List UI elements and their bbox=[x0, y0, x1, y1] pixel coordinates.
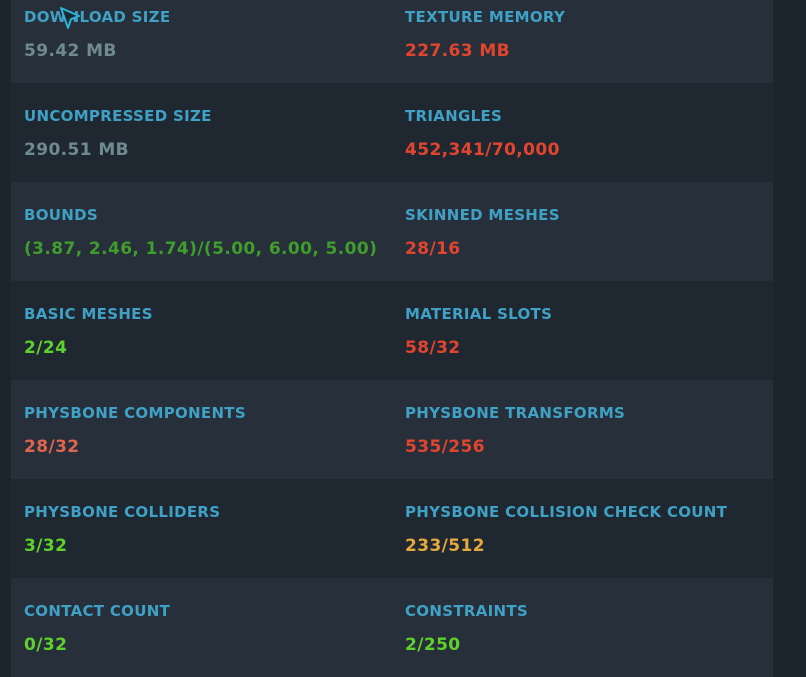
stat-value: 2/250 bbox=[405, 635, 461, 655]
stat-value: 290.51 MB bbox=[24, 140, 129, 160]
stat-label: CONSTRAINTS bbox=[405, 602, 528, 620]
stat-constraints: CONSTRAINTS 2/250 bbox=[392, 578, 773, 677]
stat-label: PHYSBONE COLLISION CHECK COUNT bbox=[405, 503, 728, 521]
stat-skinned-meshes: SKINNED MESHES 28/16 bbox=[392, 182, 773, 281]
stat-row-physbone-components-transforms: PHYSBONE COMPONENTS 28/32 PHYSBONE TRANS… bbox=[11, 380, 773, 479]
performance-stats-panel: DOWNLOAD SIZE 59.42 MB TEXTURE MEMORY 22… bbox=[11, 0, 773, 677]
stat-value: 3/32 bbox=[24, 536, 68, 556]
stat-physbone-transforms: PHYSBONE TRANSFORMS 535/256 bbox=[392, 380, 773, 479]
stat-label: PHYSBONE COMPONENTS bbox=[24, 404, 246, 422]
stat-row-contacts-constraints: CONTACT COUNT 0/32 CONSTRAINTS 2/250 bbox=[11, 578, 773, 677]
stat-label: TEXTURE MEMORY bbox=[405, 8, 566, 26]
stat-value: 452,341/70,000 bbox=[405, 140, 560, 160]
pointer-cursor-icon bbox=[60, 7, 80, 29]
stat-row-bounds-skinned: BOUNDS (3.87, 2.46, 1.74)/(5.00, 6.00, 5… bbox=[11, 182, 773, 281]
stat-basic-meshes: BASIC MESHES 2/24 bbox=[11, 281, 392, 380]
stat-value: 28/32 bbox=[24, 437, 80, 457]
stat-label: CONTACT COUNT bbox=[24, 602, 171, 620]
stat-triangles: TRIANGLES 452,341/70,000 bbox=[392, 83, 773, 182]
stat-value: 0/32 bbox=[24, 635, 68, 655]
stat-label: BOUNDS bbox=[24, 206, 98, 224]
stat-label: UNCOMPRESSED SIZE bbox=[24, 107, 212, 125]
stat-value: 28/16 bbox=[405, 239, 461, 259]
stat-row-uncompressed-triangles: UNCOMPRESSED SIZE 290.51 MB TRIANGLES 45… bbox=[11, 83, 773, 182]
stat-row-download-texture: DOWNLOAD SIZE 59.42 MB TEXTURE MEMORY 22… bbox=[11, 0, 773, 83]
stat-value: 59.42 MB bbox=[24, 41, 117, 61]
stat-label: BASIC MESHES bbox=[24, 305, 153, 323]
stat-material-slots: MATERIAL SLOTS 58/32 bbox=[392, 281, 773, 380]
stat-label: PHYSBONE COLLIDERS bbox=[24, 503, 221, 521]
stat-bounds: BOUNDS (3.87, 2.46, 1.74)/(5.00, 6.00, 5… bbox=[11, 182, 392, 281]
stat-value: 2/24 bbox=[24, 338, 68, 358]
stat-contact-count: CONTACT COUNT 0/32 bbox=[11, 578, 392, 677]
stat-value: 535/256 bbox=[405, 437, 485, 457]
stat-label: TRIANGLES bbox=[405, 107, 503, 125]
stat-physbone-collision-check-count: PHYSBONE COLLISION CHECK COUNT 233/512 bbox=[392, 479, 773, 578]
stat-label: PHYSBONE TRANSFORMS bbox=[405, 404, 626, 422]
stat-value: (3.87, 2.46, 1.74)/(5.00, 6.00, 5.00) bbox=[24, 239, 378, 259]
stat-texture-memory: TEXTURE MEMORY 227.63 MB bbox=[392, 0, 773, 83]
stat-physbone-colliders: PHYSBONE COLLIDERS 3/32 bbox=[11, 479, 392, 578]
stat-row-physbone-colliders-checks: PHYSBONE COLLIDERS 3/32 PHYSBONE COLLISI… bbox=[11, 479, 773, 578]
stat-row-basic-material: BASIC MESHES 2/24 MATERIAL SLOTS 58/32 bbox=[11, 281, 773, 380]
stat-label: DOWNLOAD SIZE bbox=[24, 8, 171, 26]
stat-uncompressed-size: UNCOMPRESSED SIZE 290.51 MB bbox=[11, 83, 392, 182]
stat-value: 58/32 bbox=[405, 338, 461, 358]
stat-value: 227.63 MB bbox=[405, 41, 510, 61]
stat-label: MATERIAL SLOTS bbox=[405, 305, 553, 323]
stat-physbone-components: PHYSBONE COMPONENTS 28/32 bbox=[11, 380, 392, 479]
stat-value: 233/512 bbox=[405, 536, 485, 556]
stat-label: SKINNED MESHES bbox=[405, 206, 560, 224]
